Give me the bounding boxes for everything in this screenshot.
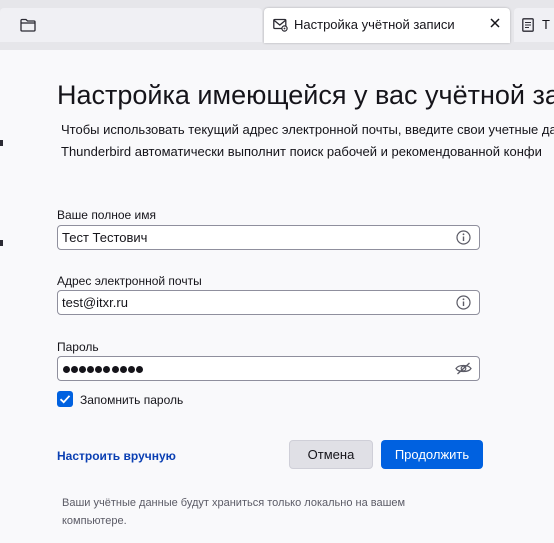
password-dot (79, 366, 87, 373)
privacy-note-line-2: компьютере. (62, 515, 127, 527)
tab-next[interactable]: Т (514, 8, 554, 42)
email-label: Адрес электронной почты (57, 274, 202, 288)
email-input[interactable] (62, 291, 447, 314)
password-dot (135, 366, 143, 373)
tab-account-setup[interactable]: Настройка учётной записи (264, 8, 510, 43)
full-name-input[interactable] (62, 226, 447, 249)
password-dot (103, 366, 111, 373)
privacy-note-line-1: Ваши учётные данные будут храниться толь… (62, 497, 406, 509)
remember-password-checkbox[interactable] (57, 391, 73, 407)
edge-mark (0, 240, 3, 246)
edge-mark (0, 140, 3, 146)
password-dot (127, 366, 135, 373)
tab-next-label: Т (542, 17, 550, 32)
eye-hidden-icon[interactable] (455, 361, 472, 376)
folder-icon (20, 18, 36, 32)
password-dot (95, 366, 103, 373)
description-line-1: Чтобы использовать текущий адрес электро… (61, 122, 554, 137)
tab-mail-folder[interactable] (0, 8, 262, 42)
password-field[interactable] (57, 356, 480, 381)
password-dot (119, 366, 127, 373)
account-setup-window: Настройка учётной записи Т Настройка име… (0, 0, 554, 543)
full-name-label: Ваше полное имя (57, 208, 156, 222)
remember-password-label: Запомнить пароль (80, 393, 184, 407)
mail-settings-icon (273, 18, 288, 32)
description-line-2: Thunderbird автоматически выполнит поиск… (61, 144, 542, 159)
close-icon[interactable] (488, 16, 502, 30)
password-dot (63, 366, 70, 373)
info-icon[interactable] (456, 295, 471, 310)
password-label: Пароль (57, 340, 99, 354)
window-edge (0, 50, 3, 543)
continue-button[interactable]: Продолжить (381, 440, 483, 469)
page-title: Настройка имеющейся у вас учётной запис (57, 80, 554, 110)
checkmark-icon (59, 395, 71, 404)
password-mask[interactable] (63, 363, 144, 375)
cancel-button[interactable]: Отмена (289, 440, 373, 469)
password-dot (71, 366, 79, 373)
document-icon (522, 18, 534, 32)
tab-account-setup-label: Настройка учётной записи (294, 17, 455, 32)
email-field[interactable] (57, 290, 480, 315)
manual-config-link[interactable]: Настроить вручную (57, 449, 176, 463)
password-dot (111, 366, 119, 373)
info-icon[interactable] (456, 230, 471, 245)
tab-bar: Настройка учётной записи Т (0, 0, 554, 50)
password-dot (87, 366, 95, 373)
full-name-field[interactable] (57, 225, 480, 250)
